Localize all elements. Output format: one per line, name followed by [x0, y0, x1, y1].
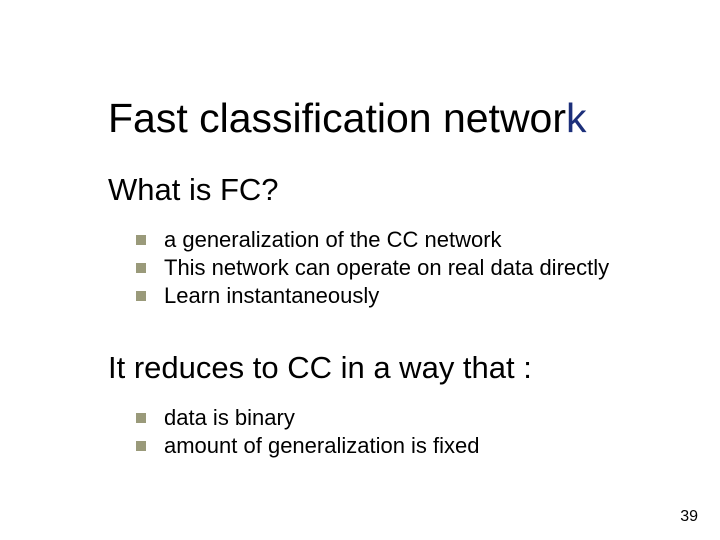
bullet-list-2: data is binary amount of generalization … — [136, 404, 698, 460]
list-item: a generalization of the CC network — [136, 226, 698, 254]
section-heading-1: What is FC? — [108, 172, 698, 208]
page-number: 39 — [680, 508, 698, 526]
slide-title: Fast classification network — [108, 95, 587, 142]
slide-title-main: Fast classification networ — [108, 95, 566, 141]
list-item: This network can operate on real data di… — [136, 254, 698, 282]
bullet-list-1: a generalization of the CC network This … — [136, 226, 698, 310]
slide-title-accent: k — [566, 95, 587, 141]
list-item: Learn instantaneously — [136, 282, 698, 310]
list-item: data is binary — [136, 404, 698, 432]
list-item: amount of generalization is fixed — [136, 432, 698, 460]
section-heading-2: It reduces to CC in a way that : — [108, 350, 698, 386]
slide-body: What is FC? a generalization of the CC n… — [108, 172, 698, 460]
slide: Fast classification network What is FC? … — [0, 0, 720, 540]
